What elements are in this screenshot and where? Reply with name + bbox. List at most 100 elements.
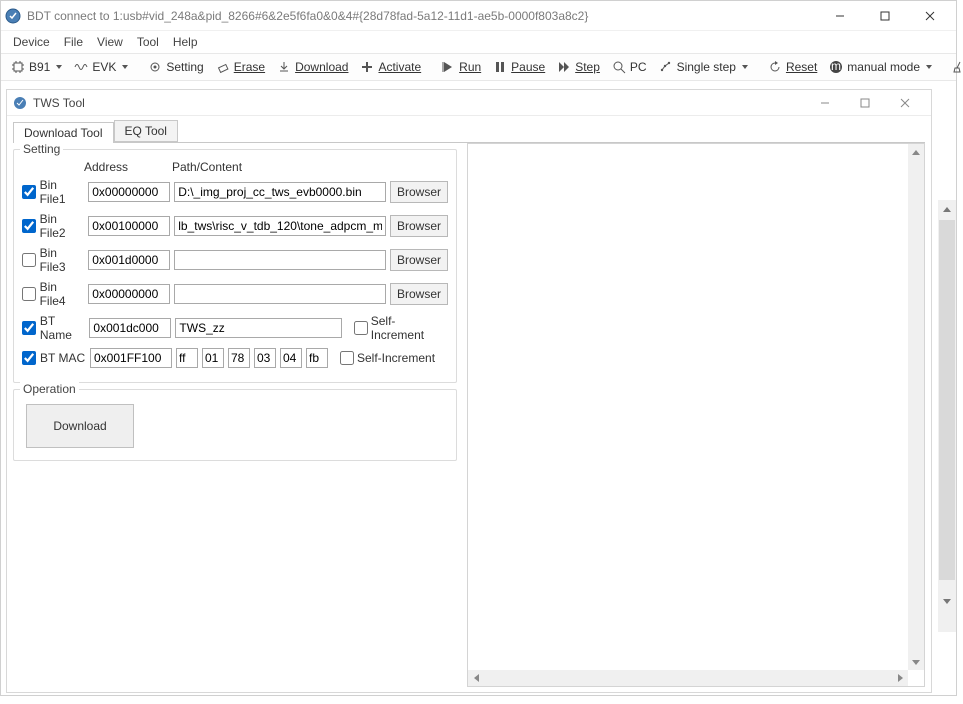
- window-title: BDT connect to 1:usb#vid_248a&pid_8266#6…: [27, 9, 817, 23]
- checkbox-bin-file3[interactable]: [22, 253, 36, 267]
- mac-byte-5[interactable]: [306, 348, 328, 368]
- chevron-down-icon: [926, 65, 932, 69]
- main-window: BDT connect to 1:usb#vid_248a&pid_8266#6…: [0, 0, 957, 696]
- minimize-button[interactable]: [817, 2, 862, 30]
- app-icon: [5, 8, 21, 24]
- pc-button[interactable]: PC: [606, 58, 653, 76]
- evk-selector[interactable]: EVK: [68, 58, 134, 76]
- operation-group: Operation Download: [13, 389, 457, 461]
- path-bin-file1[interactable]: [174, 182, 386, 202]
- addr-bin-file3[interactable]: [88, 250, 170, 270]
- mac-byte-4[interactable]: [280, 348, 302, 368]
- path-bin-file4[interactable]: [174, 284, 386, 304]
- scroll-down-icon[interactable]: [908, 654, 924, 670]
- tab-download-tool[interactable]: Download Tool: [13, 122, 114, 143]
- reset-button[interactable]: Reset: [762, 58, 823, 76]
- activate-button[interactable]: Activate: [354, 58, 427, 76]
- inner-title-bar[interactable]: TWS Tool: [7, 90, 931, 116]
- tab-eq-tool[interactable]: EQ Tool: [114, 120, 178, 142]
- mac-byte-0[interactable]: [176, 348, 198, 368]
- menu-view[interactable]: View: [91, 33, 129, 51]
- scrollbar-vertical[interactable]: [908, 144, 924, 670]
- wave-icon: [74, 60, 88, 74]
- reset-icon: [768, 60, 782, 74]
- inner-window-title: TWS Tool: [33, 96, 805, 110]
- inner-maximize-button[interactable]: [845, 92, 885, 114]
- pause-button[interactable]: Pause: [487, 58, 551, 76]
- addr-bt-mac[interactable]: [90, 348, 172, 368]
- addr-bin-file2[interactable]: [88, 216, 170, 236]
- inner-minimize-button[interactable]: [805, 92, 845, 114]
- browser-bin-file1[interactable]: Browser: [390, 181, 448, 203]
- operation-download-button[interactable]: Download: [26, 404, 134, 448]
- right-panel: [463, 143, 931, 693]
- browser-bin-file2[interactable]: Browser: [390, 215, 448, 237]
- outer-scrollbar-vertical[interactable]: [938, 200, 956, 632]
- checkbox-bin-file1[interactable]: [22, 185, 36, 199]
- addr-bt-name[interactable]: [89, 318, 171, 338]
- browser-bin-file4[interactable]: Browser: [390, 283, 448, 305]
- log-output[interactable]: [467, 143, 925, 687]
- mac-byte-2[interactable]: [228, 348, 250, 368]
- scroll-up-icon[interactable]: [908, 144, 924, 160]
- close-button[interactable]: [907, 2, 952, 30]
- checkbox-btname-selfinc[interactable]: [354, 321, 368, 335]
- menu-device[interactable]: Device: [7, 33, 56, 51]
- setting-button[interactable]: Setting: [142, 58, 209, 76]
- header-path: Path/Content: [172, 160, 242, 174]
- toolbar: B91 EVK Setting Erase Download Activate …: [1, 53, 956, 81]
- svg-text:m: m: [831, 60, 841, 73]
- clear-button[interactable]: Clear: [946, 58, 963, 76]
- checkbox-bin-file2[interactable]: [22, 219, 36, 233]
- operation-legend: Operation: [20, 382, 79, 396]
- menu-bar: Device File View Tool Help: [1, 31, 956, 53]
- path-bin-file3[interactable]: [174, 250, 386, 270]
- mac-byte-1[interactable]: [202, 348, 224, 368]
- header-address: Address: [84, 160, 172, 174]
- scroll-right-icon[interactable]: [892, 670, 908, 686]
- tool-icon: [13, 96, 27, 110]
- row-bt-mac: BT MAC Self-Increment: [22, 348, 448, 368]
- left-panel: Setting Address Path/Content Bin File1 B…: [7, 143, 463, 693]
- plus-icon: [360, 60, 374, 74]
- manual-mode-button[interactable]: m manual mode: [823, 58, 938, 76]
- title-bar[interactable]: BDT connect to 1:usb#vid_248a&pid_8266#6…: [1, 1, 956, 31]
- row-bin-file4: Bin File4 Browser: [22, 280, 448, 308]
- menu-tool[interactable]: Tool: [131, 33, 165, 51]
- single-step-button[interactable]: Single step: [653, 58, 754, 76]
- maximize-button[interactable]: [862, 2, 907, 30]
- addr-bin-file4[interactable]: [88, 284, 170, 304]
- menu-help[interactable]: Help: [167, 33, 204, 51]
- scroll-up-icon[interactable]: [938, 200, 956, 218]
- scrollbar-horizontal[interactable]: [468, 670, 908, 686]
- tws-tool-window: TWS Tool Download Tool EQ Tool Setting A…: [6, 89, 932, 693]
- erase-button[interactable]: Erase: [210, 58, 271, 76]
- checkbox-bt-name[interactable]: [22, 321, 36, 335]
- broom-icon: [952, 60, 963, 74]
- mode-icon: m: [829, 60, 843, 74]
- erase-icon: [216, 60, 230, 74]
- download-button[interactable]: Download: [271, 58, 354, 76]
- browser-bin-file3[interactable]: Browser: [390, 249, 448, 271]
- addr-bin-file1[interactable]: [88, 182, 170, 202]
- run-button[interactable]: Run: [435, 58, 487, 76]
- chip-selector[interactable]: B91: [5, 58, 68, 76]
- play-icon: [441, 60, 455, 74]
- scrollbar-thumb[interactable]: [939, 220, 955, 580]
- checkbox-btmac-selfinc[interactable]: [340, 351, 354, 365]
- row-bin-file2: Bin File2 Browser: [22, 212, 448, 240]
- step-button[interactable]: Step: [551, 58, 606, 76]
- step-icon: [557, 60, 571, 74]
- scroll-down-icon[interactable]: [938, 592, 956, 610]
- mac-byte-3[interactable]: [254, 348, 276, 368]
- checkbox-bt-mac[interactable]: [22, 351, 36, 365]
- path-bin-file2[interactable]: [174, 216, 386, 236]
- checkbox-bin-file4[interactable]: [22, 287, 36, 301]
- pause-icon: [493, 60, 507, 74]
- scroll-left-icon[interactable]: [468, 670, 484, 686]
- value-bt-name[interactable]: [175, 318, 341, 338]
- menu-file[interactable]: File: [58, 33, 89, 51]
- chevron-down-icon: [56, 65, 62, 69]
- inner-close-button[interactable]: [885, 92, 925, 114]
- setting-group: Setting Address Path/Content Bin File1 B…: [13, 149, 457, 383]
